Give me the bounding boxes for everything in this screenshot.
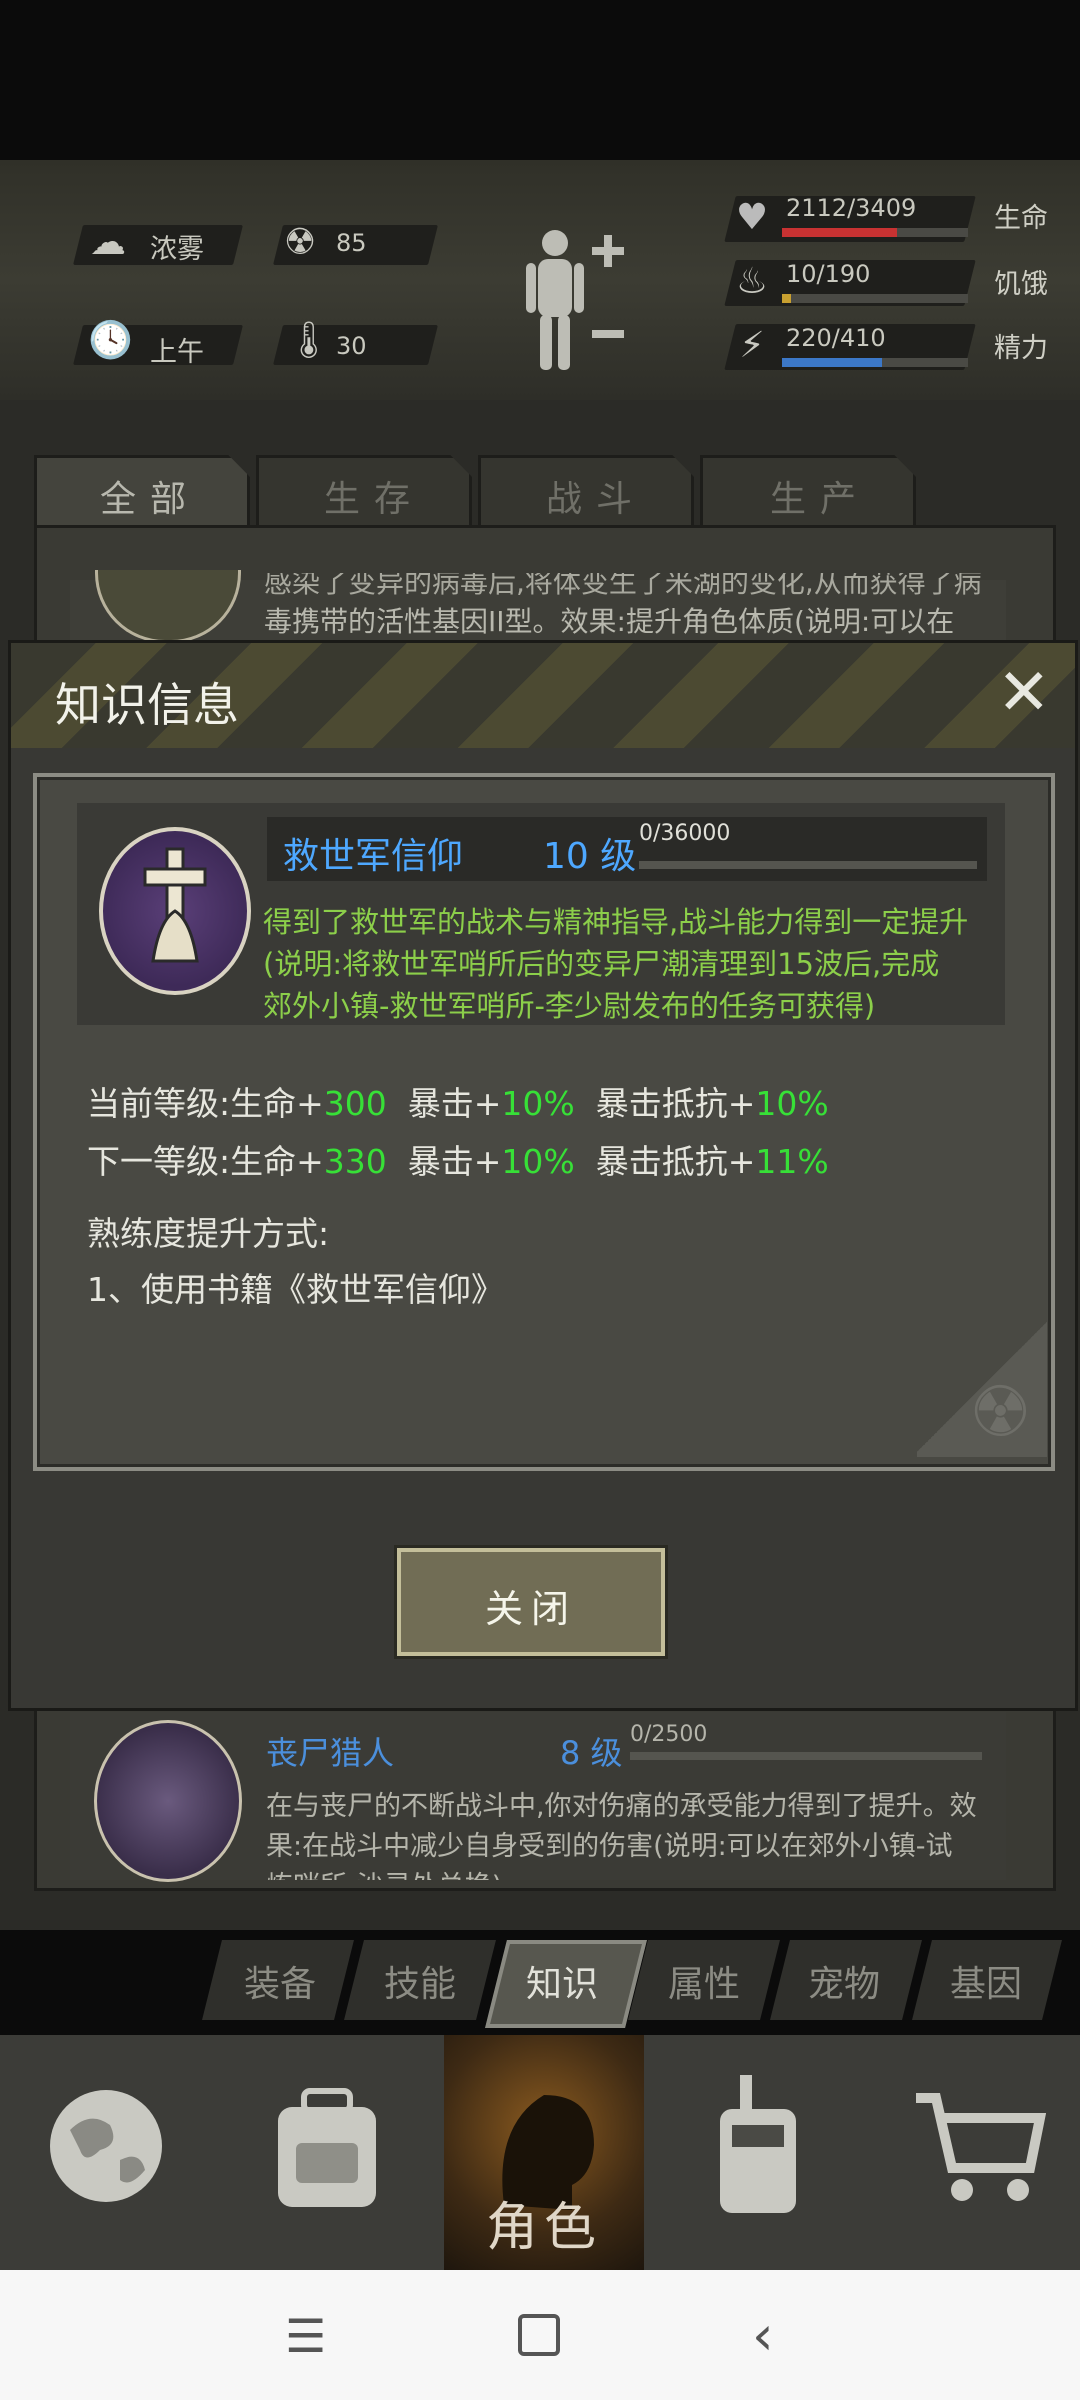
praying-cross-icon — [99, 827, 251, 995]
next-crit-label: 暴击+ — [407, 1142, 502, 1181]
knowledge-info-dialog: 知识信息 ✕ 救世军信仰 10 级 0/36000 得到了救世军的战术与精神指导… — [8, 640, 1078, 1711]
close-icon[interactable]: ✕ — [997, 661, 1051, 725]
skill-desc-3: 郊外小镇-救世军哨所-李少尉发布的任务可获得) — [263, 989, 876, 1023]
energy-bar — [782, 358, 968, 367]
next-prefix: 下一等级: — [87, 1142, 231, 1181]
hunger-value: 10/190 — [786, 260, 871, 288]
next-level-stats: 下一等级:生命+330 暴击+10% 暴击抵抗+11% — [87, 1135, 829, 1183]
menu-icon[interactable]: ☰ — [285, 2313, 326, 2359]
stomach-icon: ♨ — [735, 261, 769, 302]
skill-exp-bar — [639, 861, 977, 869]
current-level-stats: 当前等级:生命+300 暴击+10% 暴击抵抗+10% — [87, 1077, 829, 1125]
subtab-knowledge-label: 知识 — [526, 1964, 599, 2005]
close-button[interactable]: 关闭 — [397, 1548, 665, 1656]
skill-name: 救世军信仰 — [283, 836, 464, 877]
radiation-icon: ☢ — [283, 222, 317, 263]
radiation-value: 85 — [336, 229, 367, 257]
tab-survival-label: 生存 — [324, 479, 425, 520]
thermometer-icon: 🌡 — [286, 320, 332, 361]
time-text: 上午 — [150, 337, 204, 368]
current-crit-value: 10% — [501, 1084, 575, 1123]
skill-level: 10 级 — [543, 836, 637, 877]
method-title: 熟练度提升方式: — [87, 1214, 330, 1253]
life-bar — [782, 228, 968, 237]
card2-desc-3: 炼哨所-沙灵处兑换) — [266, 1864, 502, 1880]
current-res-label: 暴击抵抗+ — [595, 1084, 756, 1123]
cloud-icon: ☁ — [90, 222, 126, 263]
energy-value: 220/410 — [786, 324, 886, 352]
temperature-value: 30 — [336, 332, 367, 360]
next-crit-value: 10% — [501, 1142, 575, 1181]
status-panel: ☁ 浓雾 ☢ 85 🕓 上午 🌡 30 ♥ 2112/3409 生命 ♨ 10/… — [0, 160, 1080, 400]
skull-hat-icon — [94, 1720, 242, 1882]
skill-row: 救世军信仰 10 级 0/36000 得到了救世军的战术与精神指导,战斗能力得到… — [77, 803, 1005, 1025]
cart-icon[interactable] — [912, 2090, 1047, 2208]
subtab-equipment-label: 装备 — [244, 1964, 317, 2005]
skill-desc-1: 得到了救世军的战术与精神指导,战斗能力得到一定提升 — [263, 905, 969, 939]
subtab-genes-label: 基因 — [950, 1964, 1023, 2005]
life-bar-fill — [782, 228, 898, 237]
card2-desc-1: 在与丧尸的不断战斗中,你对伤痛的承受能力得到了提升。效 — [266, 1791, 977, 1822]
card2-exp-bar — [630, 1752, 982, 1760]
system-nav-bar: ☰ ‹ — [0, 2270, 1080, 2400]
dialog-title: 知识信息 — [55, 678, 239, 732]
back-chevron-icon[interactable]: ‹ — [752, 2304, 774, 2367]
tab-all-label: 全部 — [100, 479, 201, 520]
subtab-pets-label: 宠物 — [808, 1964, 881, 2005]
next-life-value: 330 — [323, 1142, 387, 1181]
nav-character[interactable]: 角色 — [444, 2035, 644, 2270]
radiation-watermark-icon: ☢ — [969, 1371, 1032, 1453]
current-crit-label: 暴击+ — [407, 1084, 502, 1123]
clock-icon: 🕓 — [88, 320, 133, 361]
card2-exp: 0/2500 — [630, 1722, 708, 1747]
subtab-skills-label: 技能 — [384, 1964, 457, 2005]
card2-level: 8 级 — [560, 1734, 623, 1772]
next-life-label: 生命+ — [230, 1142, 324, 1181]
next-res-value: 11% — [755, 1142, 829, 1181]
weather-text: 浓雾 — [150, 234, 204, 265]
tab-production-label: 生产 — [770, 479, 871, 520]
nav-character-label: 角色 — [485, 2198, 602, 2258]
current-res-value: 10% — [755, 1084, 829, 1123]
walkie-talkie-icon[interactable] — [712, 2075, 804, 2215]
hunger-bar-fill — [782, 294, 792, 303]
info-box: 救世军信仰 10 级 0/36000 得到了救世军的战术与精神指导,战斗能力得到… — [33, 773, 1055, 1471]
next-res-label: 暴击抵抗+ — [595, 1142, 756, 1181]
home-square-icon[interactable] — [518, 2314, 560, 2356]
backpack-icon[interactable] — [268, 2085, 386, 2213]
card2-desc-2: 果:在战斗中减少自身受到的伤害(说明:可以在郊外小镇-试 — [266, 1831, 953, 1862]
energy-label: 精力 — [994, 333, 1048, 364]
body-figure-icon[interactable] — [520, 225, 630, 375]
lightning-icon: ⚡ — [739, 325, 765, 366]
skill-exp: 0/36000 — [639, 821, 731, 846]
close-button-label: 关闭 — [484, 1587, 577, 1631]
card2-name: 丧尸猎人 — [266, 1734, 395, 1772]
life-label: 生命 — [994, 203, 1048, 234]
current-prefix: 当前等级: — [87, 1084, 231, 1123]
life-value: 2112/3409 — [786, 194, 917, 222]
tab-combat-label: 战斗 — [546, 479, 647, 520]
globe-icon[interactable] — [50, 2090, 162, 2202]
hunger-bar — [782, 294, 968, 303]
method-item-1: 1、使用书籍《救世军信仰》 — [87, 1270, 504, 1309]
subtab-attributes-label: 属性 — [668, 1964, 741, 2005]
current-life-value: 300 — [323, 1084, 387, 1123]
skill-desc-2: (说明:将救世军哨所后的变异尸潮清理到15波后,完成 — [263, 947, 940, 981]
energy-bar-fill — [782, 358, 883, 367]
bg-card-text-2: 毒携带的活性基因II型。效果:提升角色体质(说明:可以在 — [264, 605, 955, 638]
hunger-label: 饥饿 — [994, 269, 1048, 300]
current-life-label: 生命+ — [230, 1084, 324, 1123]
heart-icon: ♥ — [735, 197, 769, 238]
knowledge-card-zombie-hunter[interactable]: 丧尸猎人 8 级 0/2500 在与丧尸的不断战斗中,你对伤痛的承受能力得到了提… — [70, 1712, 1006, 1882]
